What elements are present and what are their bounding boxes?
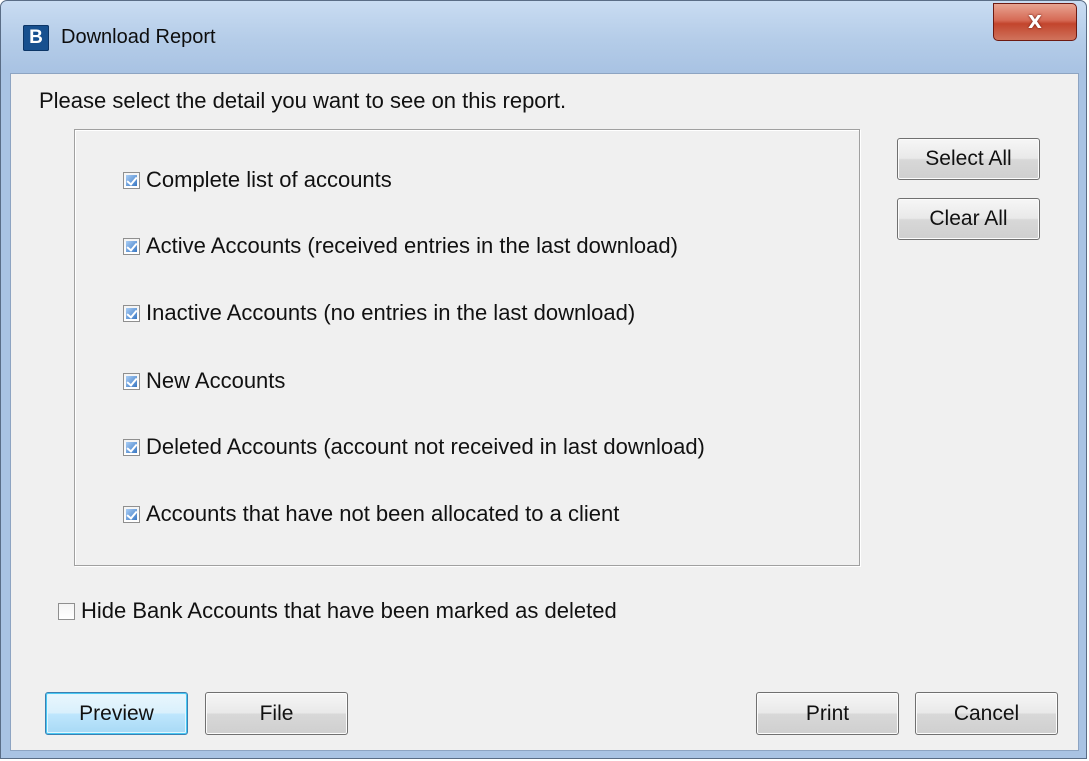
file-button[interactable]: File — [205, 692, 348, 735]
close-button[interactable]: X — [993, 3, 1077, 41]
option-complete-list[interactable]: Complete list of accounts — [123, 166, 392, 194]
cancel-button[interactable]: Cancel — [915, 692, 1058, 735]
download-report-window: B Download Report X Please select the de… — [0, 0, 1087, 759]
preview-button[interactable]: Preview — [45, 692, 188, 735]
instruction-text: Please select the detail you want to see… — [39, 88, 567, 113]
clear-all-button[interactable]: Clear All — [897, 198, 1040, 240]
option-label: Inactive Accounts (no entries in the las… — [146, 300, 636, 325]
option-label: Deleted Accounts (account not received i… — [146, 434, 705, 459]
report-options-group: Complete list of accounts Active Account… — [74, 129, 860, 566]
option-deleted-accounts[interactable]: Deleted Accounts (account not received i… — [123, 433, 705, 461]
checkbox-unchecked-icon[interactable] — [58, 602, 75, 620]
option-active-accounts[interactable]: Active Accounts (received entries in the… — [123, 232, 678, 260]
print-button[interactable]: Print — [756, 692, 899, 735]
option-label: New Accounts — [146, 368, 286, 393]
checkbox-checked-icon[interactable] — [123, 304, 140, 322]
checkbox-checked-icon[interactable] — [123, 505, 140, 523]
option-new-accounts[interactable]: New Accounts — [123, 367, 285, 395]
hide-deleted-label: Hide Bank Accounts that have been marked… — [81, 598, 617, 623]
option-unallocated-accounts[interactable]: Accounts that have not been allocated to… — [123, 500, 619, 528]
hide-deleted-accounts-option[interactable]: Hide Bank Accounts that have been marked… — [58, 596, 617, 626]
checkbox-checked-icon[interactable] — [123, 438, 140, 456]
option-inactive-accounts[interactable]: Inactive Accounts (no entries in the las… — [123, 299, 635, 327]
app-logo-icon: B — [23, 25, 49, 51]
option-label: Active Accounts (received entries in the… — [146, 233, 678, 258]
window-title: Download Report — [61, 26, 216, 48]
title-bar[interactable]: B Download Report X — [1, 1, 1086, 73]
option-label: Complete list of accounts — [146, 167, 392, 192]
checkbox-checked-icon[interactable] — [123, 372, 140, 390]
select-all-button[interactable]: Select All — [897, 138, 1040, 180]
option-label: Accounts that have not been allocated to… — [146, 501, 620, 526]
checkbox-checked-icon[interactable] — [123, 237, 140, 255]
dialog-body: Please select the detail you want to see… — [10, 73, 1079, 751]
checkbox-checked-icon[interactable] — [123, 171, 140, 189]
